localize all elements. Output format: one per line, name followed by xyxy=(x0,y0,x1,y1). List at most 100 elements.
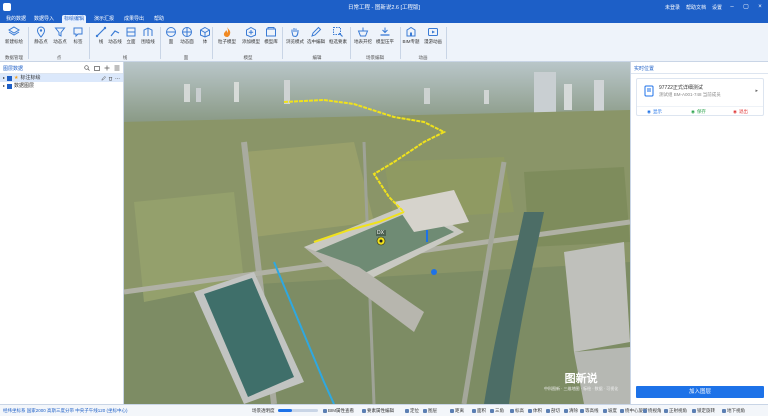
select-icon xyxy=(333,27,343,37)
tool-icon xyxy=(472,409,476,413)
star-icon: ★ xyxy=(14,75,19,81)
watermark: 图新说 中科图新 · 三维地图 · 标绘 · 数据 · 可视化 xyxy=(544,370,618,392)
tab-present[interactable]: 演示汇报 xyxy=(92,15,116,23)
help-link[interactable]: 帮助文档 xyxy=(686,4,706,11)
tab-help[interactable]: 帮助 xyxy=(152,15,166,23)
user-status[interactable]: 未登录 xyxy=(665,4,680,11)
status-tool-0[interactable]: BIM属性查看 xyxy=(323,408,354,414)
layers-icon xyxy=(8,26,20,36)
tag-button[interactable]: 标签 xyxy=(67,26,89,52)
tab-data-import[interactable]: 数据导入 xyxy=(32,15,56,23)
new-plot-button[interactable]: 新建标绘 xyxy=(3,26,25,52)
card-arrow-icon[interactable]: ▸ xyxy=(755,88,758,94)
exit-button[interactable]: ◉ 退出 xyxy=(733,109,748,115)
status-tool-16[interactable]: 锁定旋转 xyxy=(692,408,715,414)
wall-line-button[interactable]: 围墙线 xyxy=(137,26,159,52)
tool-icon xyxy=(722,409,726,413)
group-label-model: 模型 xyxy=(243,55,253,60)
pin-icon xyxy=(36,26,46,38)
status-tool-10[interactable]: 清除 xyxy=(564,408,578,414)
particle-model-button[interactable]: 粒子模型 xyxy=(216,26,238,52)
add-to-layer-button[interactable]: 加入图层 xyxy=(636,386,764,398)
tree-item-plot[interactable]: ▸ ★ 标注标绘 xyxy=(0,74,123,82)
status-tool-6[interactable]: 三角 xyxy=(490,408,504,414)
save-button[interactable]: ◉ 保存 xyxy=(691,109,706,115)
show-button[interactable]: ◉ 显示 xyxy=(647,109,662,115)
browse-mode-button[interactable]: 浏览模式 xyxy=(284,26,306,52)
eye-icon: ◉ xyxy=(647,109,651,114)
tool-icon xyxy=(620,409,624,413)
3d-map-viewport[interactable]: DX 图新说 中科图新 · 三维地图 · 标绘 · 数据 · 可视化 xyxy=(124,62,630,404)
tool-icon xyxy=(692,409,696,413)
status-tool-12[interactable]: 坡度 xyxy=(603,408,617,414)
expand-arrow-icon[interactable]: ▸ xyxy=(3,82,5,90)
model-library-button[interactable]: 模型库 xyxy=(260,26,282,52)
edit-icon[interactable] xyxy=(101,75,106,81)
slider-fill xyxy=(278,409,292,412)
select-edit-button[interactable]: 选中编辑 xyxy=(305,26,327,52)
excavate-icon xyxy=(357,27,369,37)
status-tool-17[interactable]: 地下视角 xyxy=(722,408,745,414)
box-select-button[interactable]: 框选要素 xyxy=(327,26,349,52)
flatten-icon xyxy=(380,27,390,36)
tool-icon xyxy=(362,409,366,413)
collapse-icon[interactable] xyxy=(114,65,120,71)
status-tool-5[interactable]: 面积 xyxy=(472,408,486,414)
settings-link[interactable]: 设置 xyxy=(712,4,722,11)
tab-export[interactable]: 成果导出 xyxy=(122,15,146,23)
excavate-button[interactable]: 地表开挖 xyxy=(352,26,374,52)
search-icon[interactable] xyxy=(84,65,90,71)
expand-arrow-icon[interactable]: ▸ xyxy=(3,74,5,82)
close-icon[interactable]: × xyxy=(756,3,764,11)
status-tool-1[interactable]: 要素属性编辑 xyxy=(362,408,394,414)
transparency-slider[interactable] xyxy=(278,409,318,412)
tool-icon xyxy=(643,409,647,413)
position-card[interactable]: 97722正式详细测试 测试组 BM-A001-748 当前成员 ▸ ◉ 显示 … xyxy=(636,78,764,116)
coordinate-system[interactable]: 经纬坐标系 国家2000 高斯三度分带 中央子午线120 (坐标中心) xyxy=(3,408,128,414)
status-tool-3[interactable]: 图层 xyxy=(423,408,437,414)
status-tool-9[interactable]: 剖切 xyxy=(546,408,560,414)
tab-plot-edit[interactable]: 标绘编辑 xyxy=(62,15,87,23)
status-tool-11[interactable]: 等高线 xyxy=(580,408,599,414)
add-model-button[interactable]: 添加模型 xyxy=(240,26,262,52)
more-icon[interactable] xyxy=(115,76,120,81)
status-tool-8[interactable]: 体积 xyxy=(528,408,542,414)
tool-icon xyxy=(423,409,427,413)
ribbon-toolbar: 新建标绘 数据管理 静态点 动态点 标签 点 线 动态线 立面 围墙线 线 面 … xyxy=(0,23,768,62)
delete-icon[interactable] xyxy=(108,76,113,81)
model-library-icon xyxy=(266,27,276,37)
layer-checkbox[interactable] xyxy=(7,83,13,89)
tab-my-data[interactable]: 我的数据 xyxy=(4,15,28,23)
ribbon-divider xyxy=(282,27,283,59)
tool-icon xyxy=(490,409,494,413)
add-folder-icon[interactable] xyxy=(94,65,100,71)
tool-icon xyxy=(323,409,327,413)
tool-icon xyxy=(510,409,514,413)
layer-checkbox[interactable] xyxy=(7,75,13,81)
flatten-button[interactable]: 模型压平 xyxy=(374,26,396,52)
status-tool-2[interactable]: 定位 xyxy=(405,408,419,414)
ribbon-divider xyxy=(446,27,447,59)
status-tool-4[interactable]: 距离 xyxy=(450,408,464,414)
tool-icon xyxy=(528,409,532,413)
add-layer-icon[interactable] xyxy=(104,65,110,71)
dynamic-polygon-icon xyxy=(182,27,192,37)
funnel-icon xyxy=(54,27,66,37)
tree-item-data-layer[interactable]: ▸ 数据图层 xyxy=(0,82,123,90)
hand-icon xyxy=(291,28,299,38)
layer-panel-title: 图层数据 xyxy=(3,66,24,72)
panel-title: 实时位置 xyxy=(634,66,655,72)
scene-transparency-label: 场景透明度 xyxy=(252,408,275,413)
bim-topic-button[interactable]: BIM专题 xyxy=(400,26,422,52)
device-icon xyxy=(644,85,654,97)
status-tool-7[interactable]: 标高 xyxy=(510,408,524,414)
maximize-icon[interactable]: ▢ xyxy=(742,3,750,11)
facade-icon xyxy=(126,27,136,37)
minimize-icon[interactable]: – xyxy=(728,3,736,11)
status-tool-14[interactable]: 绕视角 xyxy=(643,408,662,414)
ribbon-divider xyxy=(350,27,351,59)
plot-point-marker[interactable]: DX xyxy=(376,230,386,248)
status-tool-15[interactable]: 正射视角 xyxy=(664,408,687,414)
window-title: 日常工程 - 图新说2.6 [工程版] xyxy=(347,5,421,11)
roam-animation-button[interactable]: 漫游动画 xyxy=(422,26,444,52)
